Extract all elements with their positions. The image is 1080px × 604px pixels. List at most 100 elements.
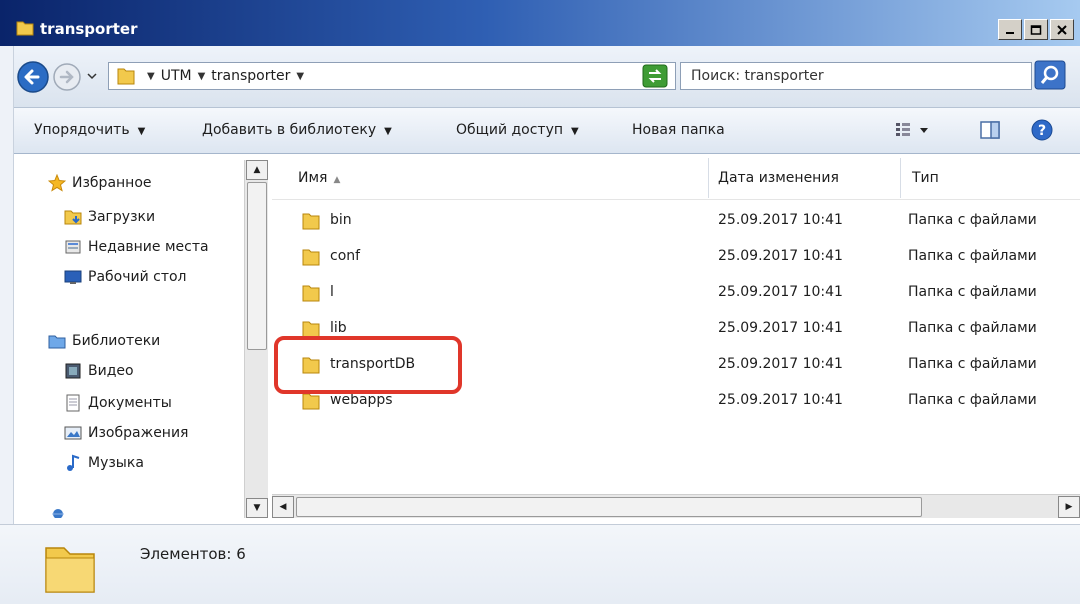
breadcrumb-item[interactable]: UTM: [161, 68, 192, 84]
organize-label: Упорядочить: [34, 122, 130, 138]
folder-icon: [302, 249, 320, 266]
folder-icon: [45, 547, 95, 593]
file-type: Папка с файлами: [908, 320, 1037, 336]
sidebar-item-recent[interactable]: Недавние места: [64, 238, 209, 256]
sidebar-item-label: Документы: [88, 395, 172, 411]
file-list-horizontal-scrollbar[interactable]: ◀ ▶: [272, 494, 1080, 518]
breadcrumb-item[interactable]: transporter: [211, 68, 290, 84]
help-icon[interactable]: ?: [1030, 118, 1054, 142]
new-folder-button[interactable]: Новая папка: [632, 122, 725, 138]
close-icon: [1057, 24, 1067, 35]
file-name: lib: [330, 320, 347, 336]
share-label: Общий доступ: [456, 122, 564, 138]
sidebar-item-downloads[interactable]: Загрузки: [64, 208, 155, 226]
downloads-icon: [64, 208, 82, 226]
column-header-type[interactable]: Тип: [912, 170, 939, 186]
file-name: webapps: [330, 392, 393, 408]
view-options-icon[interactable]: [894, 118, 934, 142]
table-row[interactable]: l 25.09.2017 10:41 Папка с файлами: [272, 278, 1080, 308]
minimize-icon: [1006, 31, 1014, 34]
sidebar-item-libraries[interactable]: Библиотеки: [48, 332, 160, 350]
documents-icon: [64, 394, 82, 412]
add-to-library-label: Добавить в библиотеку: [202, 122, 377, 138]
scroll-left-arrow-icon[interactable]: ◀: [272, 496, 294, 518]
share-menu[interactable]: Общий доступ ▼: [456, 122, 579, 138]
file-name: conf: [330, 248, 361, 264]
sidebar-item-desktop[interactable]: Рабочий стол: [64, 268, 187, 286]
sidebar-item-video[interactable]: Видео: [64, 362, 134, 380]
chevron-down-icon: ▼: [137, 126, 146, 137]
file-date: 25.09.2017 10:41: [718, 284, 843, 300]
sidebar-item-label: Недавние места: [88, 239, 209, 255]
file-date: 25.09.2017 10:41: [718, 356, 843, 372]
file-type: Папка с файлами: [908, 212, 1037, 228]
sidebar-item-music[interactable]: Музыка: [64, 454, 144, 472]
refresh-button[interactable]: [640, 62, 670, 90]
sidebar-scrollbar[interactable]: ▲ ▼: [244, 160, 268, 518]
column-header-name[interactable]: Имя ▲: [298, 170, 340, 186]
search-input[interactable]: Поиск: transporter: [680, 62, 1032, 90]
scroll-right-arrow-icon[interactable]: ▶: [1058, 496, 1080, 518]
sidebar-item-label: Библиотеки: [72, 333, 161, 349]
new-folder-label: Новая папка: [632, 122, 725, 138]
sidebar-item-label: Избранное: [72, 175, 152, 191]
network-icon[interactable]: [48, 504, 68, 518]
column-header-row: [272, 154, 1080, 200]
file-date: 25.09.2017 10:41: [718, 248, 843, 264]
file-date: 25.09.2017 10:41: [718, 212, 843, 228]
back-button[interactable]: [16, 60, 50, 94]
breadcrumb-separator[interactable]: ▼: [296, 71, 304, 82]
search-icon[interactable]: [1034, 60, 1066, 90]
recent-pages-chevron-icon[interactable]: [86, 70, 98, 82]
add-to-library-menu[interactable]: Добавить в библиотеку ▼: [202, 122, 392, 138]
music-icon: [64, 454, 82, 472]
table-row[interactable]: bin 25.09.2017 10:41 Папка с файлами: [272, 206, 1080, 236]
sidebar-item-favorites[interactable]: Избранное: [48, 174, 152, 192]
breadcrumb-separator[interactable]: ▼: [147, 71, 155, 82]
address-breadcrumb[interactable]: ▼ UTM ▼ transporter ▼ ▼: [108, 62, 676, 90]
video-icon: [64, 362, 82, 380]
folder-icon: [302, 285, 320, 302]
close-button[interactable]: [1050, 19, 1074, 40]
column-header-date[interactable]: Дата изменения: [718, 170, 839, 186]
svg-text:?: ?: [1038, 123, 1046, 139]
column-divider[interactable]: [708, 158, 709, 198]
title-bar: [0, 0, 1080, 46]
column-divider[interactable]: [900, 158, 901, 198]
folder-icon: [16, 21, 34, 36]
sidebar-item-label: Изображения: [88, 425, 189, 441]
recent-places-icon: [64, 238, 82, 256]
scroll-down-arrow-icon[interactable]: ▼: [246, 498, 268, 518]
file-name: l: [330, 284, 334, 300]
sidebar-item-images[interactable]: Изображения: [64, 424, 188, 442]
images-icon: [64, 424, 82, 442]
minimize-button[interactable]: [998, 19, 1022, 40]
sidebar-item-label: Музыка: [88, 455, 144, 471]
scroll-up-arrow-icon[interactable]: ▲: [246, 160, 268, 180]
chevron-down-icon: ▼: [384, 126, 392, 137]
maximize-button[interactable]: [1024, 19, 1048, 40]
star-icon: [48, 174, 66, 192]
file-type: Папка с файлами: [908, 356, 1037, 372]
preview-pane-icon[interactable]: [978, 118, 1002, 142]
sidebar-item-label: Загрузки: [88, 209, 156, 225]
chevron-down-icon: ▼: [571, 126, 579, 137]
organize-menu[interactable]: Упорядочить ▼: [34, 122, 145, 138]
folder-icon: [302, 213, 320, 230]
libraries-icon: [48, 332, 66, 350]
file-type: Папка с файлами: [908, 284, 1037, 300]
column-label: Имя: [298, 170, 328, 186]
window-controls: [998, 19, 1074, 40]
scrollbar-thumb[interactable]: [296, 497, 922, 517]
sidebar-item-label: Видео: [88, 363, 134, 379]
breadcrumb-separator[interactable]: ▼: [198, 71, 206, 82]
file-date: 25.09.2017 10:41: [718, 392, 843, 408]
table-row[interactable]: conf 25.09.2017 10:41 Папка с файлами: [272, 242, 1080, 272]
forward-button[interactable]: [52, 62, 82, 92]
item-count: Элементов: 6: [140, 545, 246, 563]
sidebar-item-documents[interactable]: Документы: [64, 394, 172, 412]
scrollbar-thumb[interactable]: [247, 182, 267, 350]
sort-ascending-icon: ▲: [333, 175, 341, 185]
sidebar-item-label: Рабочий стол: [88, 269, 187, 285]
maximize-icon: [1030, 24, 1042, 35]
